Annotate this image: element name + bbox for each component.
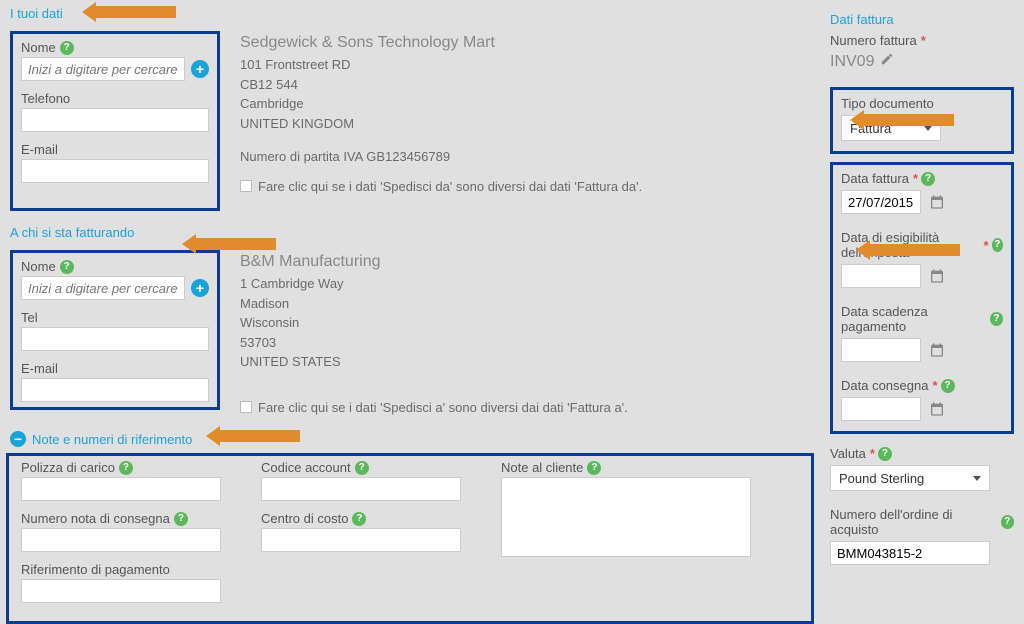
your-vat-number: Numero di partita IVA GB123456789 [240, 147, 810, 167]
collapse-icon[interactable]: − [10, 431, 26, 447]
account-code-label: Codice account [261, 460, 351, 475]
ship-from-different-label: Fare clic qui se i dati 'Spedisci da' so… [258, 177, 642, 197]
ship-to-different-label: Fare clic qui se i dati 'Spedisci a' son… [258, 398, 628, 418]
arrow-annotation-icon [864, 114, 954, 126]
due-date-input[interactable] [841, 338, 921, 362]
your-address-line: 101 Frontstreet RD [240, 55, 810, 75]
your-name-input[interactable] [21, 57, 185, 81]
invoice-date-label: Data fattura [841, 171, 909, 186]
billto-email-input[interactable] [21, 378, 209, 402]
currency-select[interactable]: Pound Sterling [830, 465, 990, 491]
bill-of-lading-input[interactable] [21, 477, 221, 501]
invoice-date-input[interactable] [841, 190, 921, 214]
your-address-line: CB12 544 [240, 75, 810, 95]
arrow-annotation-icon [96, 6, 176, 18]
required-icon: * [870, 446, 875, 461]
your-address-line: UNITED KINGDOM [240, 114, 810, 134]
customer-notes-input[interactable] [501, 477, 751, 557]
help-icon[interactable]: ? [60, 41, 74, 55]
account-code-input[interactable] [261, 477, 461, 501]
billto-company-name: B&M Manufacturing [240, 250, 810, 274]
calendar-icon[interactable] [929, 268, 945, 284]
ship-to-different-checkbox[interactable]: Fare clic qui se i dati 'Spedisci a' son… [240, 398, 810, 418]
currency-label: Valuta [830, 446, 866, 461]
add-icon[interactable]: + [191, 279, 209, 297]
help-icon[interactable]: ? [878, 447, 892, 461]
checkbox-icon [240, 180, 252, 192]
billto-phone-label: Tel [21, 310, 38, 325]
your-email-input[interactable] [21, 159, 209, 183]
required-icon: * [913, 171, 918, 186]
billto-name-label: Nome [21, 259, 56, 274]
arrow-annotation-icon [196, 238, 276, 250]
billto-address-line: Madison [240, 294, 810, 314]
purchase-order-input[interactable] [830, 541, 990, 565]
your-address-line: Cambridge [240, 94, 810, 114]
billto-name-input[interactable] [21, 276, 185, 300]
purchase-order-label: Numero dell'ordine di acquisto [830, 507, 998, 537]
help-icon[interactable]: ? [587, 461, 601, 475]
help-icon[interactable]: ? [119, 461, 133, 475]
due-date-label: Data scadenza pagamento [841, 304, 987, 334]
tax-point-date-input[interactable] [841, 264, 921, 288]
document-type-label: Tipo documento [841, 96, 934, 111]
calendar-icon[interactable] [929, 342, 945, 358]
cost-center-label: Centro di costo [261, 511, 348, 526]
your-company-name: Sedgewick & Sons Technology Mart [240, 31, 810, 55]
arrow-annotation-icon [870, 244, 960, 256]
add-icon[interactable]: + [191, 60, 209, 78]
required-icon: * [921, 33, 926, 48]
references-section-title: Note e numeri di riferimento [32, 432, 192, 447]
edit-icon[interactable] [880, 52, 894, 71]
help-icon[interactable]: ? [1001, 515, 1014, 529]
delivery-date-input[interactable] [841, 397, 921, 421]
help-icon[interactable]: ? [174, 512, 188, 526]
help-icon[interactable]: ? [990, 312, 1003, 326]
your-phone-label: Telefono [21, 91, 70, 106]
help-icon[interactable]: ? [60, 260, 74, 274]
help-icon[interactable]: ? [941, 379, 955, 393]
billto-address-line: 53703 [240, 333, 810, 353]
help-icon[interactable]: ? [355, 461, 369, 475]
required-icon: * [932, 378, 937, 393]
arrow-annotation-icon [220, 430, 300, 442]
billto-address-line: Wisconsin [240, 313, 810, 333]
required-icon: * [984, 238, 989, 253]
delivery-note-number-label: Numero nota di consegna [21, 511, 170, 526]
delivery-note-number-input[interactable] [21, 528, 221, 552]
help-icon[interactable]: ? [352, 512, 366, 526]
billto-address-line: 1 Cambridge Way [240, 274, 810, 294]
payment-reference-label: Riferimento di pagamento [21, 562, 170, 577]
your-name-label: Nome [21, 40, 56, 55]
help-icon[interactable]: ? [921, 172, 935, 186]
billto-phone-input[interactable] [21, 327, 209, 351]
cost-center-input[interactable] [261, 528, 461, 552]
calendar-icon[interactable] [929, 194, 945, 210]
billto-email-label: E-mail [21, 361, 58, 376]
bill-of-lading-label: Polizza di carico [21, 460, 115, 475]
calendar-icon[interactable] [929, 401, 945, 417]
delivery-date-label: Data consegna [841, 378, 928, 393]
invoice-number-value: INV09 [830, 53, 874, 71]
your-phone-input[interactable] [21, 108, 209, 132]
bill-to-section-title: A chi si sta fatturando [0, 219, 820, 246]
checkbox-icon [240, 401, 252, 413]
help-icon[interactable]: ? [992, 238, 1003, 252]
billto-address-line: UNITED STATES [240, 352, 810, 372]
your-email-label: E-mail [21, 142, 58, 157]
currency-value: Pound Sterling [839, 471, 924, 486]
invoice-number-label: Numero fattura [830, 33, 917, 48]
customer-notes-label: Note al cliente [501, 460, 583, 475]
payment-reference-input[interactable] [21, 579, 221, 603]
ship-from-different-checkbox[interactable]: Fare clic qui se i dati 'Spedisci da' so… [240, 177, 810, 197]
invoice-data-section-title: Dati fattura [830, 6, 1014, 33]
chevron-down-icon [973, 476, 981, 481]
